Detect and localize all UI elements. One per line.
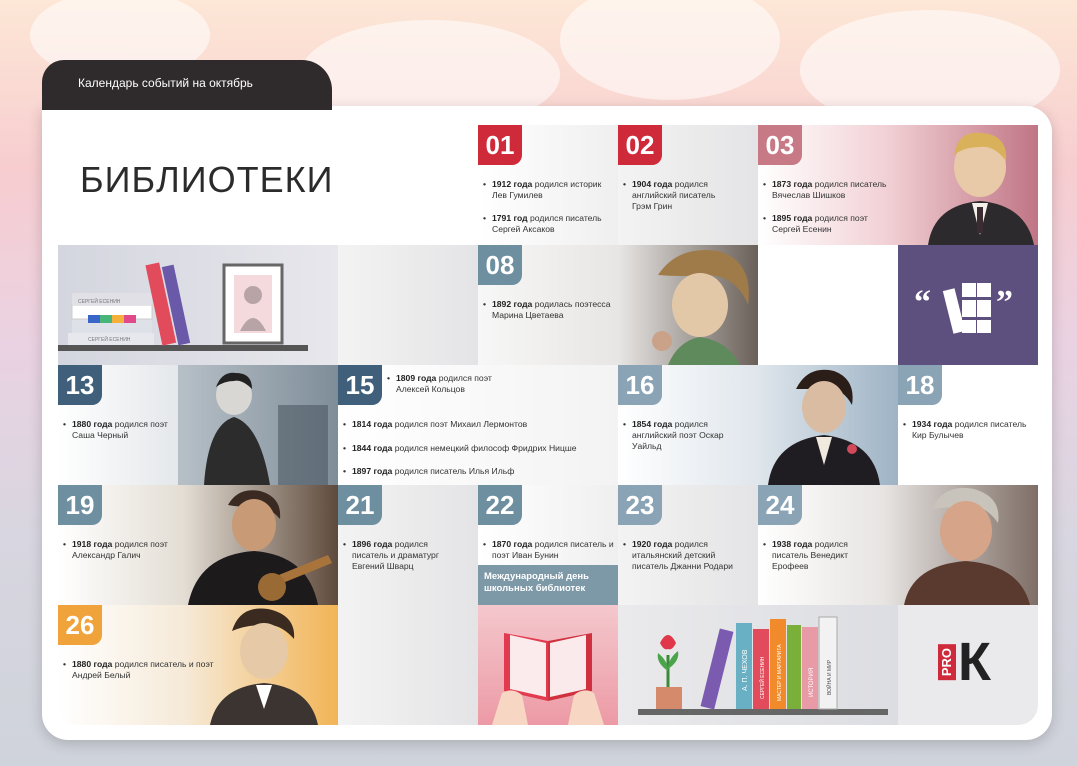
event-item: 1809 года родился поэт Алексей Кольцов — [387, 373, 498, 395]
day-03: 03 1873 года родился писатель Вячеслав Ш… — [758, 125, 1038, 245]
logo-k: К — [958, 632, 991, 692]
day-21: 21 1896 года родился писатель и драматур… — [338, 485, 478, 605]
event-item: 1912 года родился историк Лев Гумилев — [483, 179, 612, 201]
event-item: 1873 года родился писатель Вячеслав Шишк… — [763, 179, 894, 201]
day-number: 22 — [478, 485, 522, 525]
day-08: 08 1892 года родилась поэтесса Марина Цв… — [478, 245, 758, 365]
day-number: 18 — [898, 365, 942, 405]
reading-illustration — [478, 605, 618, 725]
empty-cell — [338, 245, 478, 365]
logo-cell: PRO К — [898, 605, 1038, 725]
day-01: 01 1912 года родился историк Лев Гумилев… — [478, 125, 618, 245]
event-item: 1844 года родился немецкий философ Фридр… — [343, 443, 614, 454]
portrait-esenin — [928, 132, 1034, 245]
book-title: СЕРГЕЙ ЕСЕНИН — [88, 335, 131, 343]
day-number: 21 — [338, 485, 382, 525]
event-item: 1896 года родился писатель и драматург Е… — [343, 539, 464, 572]
day-18: 18 1934 года родился писатель Кир Булыче… — [898, 365, 1038, 485]
event-item: 1920 года родился итальянский детский пи… — [623, 539, 744, 572]
portrait-erofeev — [904, 487, 1030, 605]
svg-text:“: “ — [914, 284, 931, 321]
calendar-poster: Календарь событий на октябрь БИБЛИОТЕКИ … — [0, 0, 1077, 766]
event-item: 1895 года родился поэт Сергей Есенин — [763, 213, 884, 235]
title-cell: БИБЛИОТЕКИ — [58, 125, 478, 245]
day-number: 15 — [338, 365, 382, 405]
day-number: 01 — [478, 125, 522, 165]
event-item: 1934 года родился писатель Кир Булычев — [903, 419, 1034, 441]
books-quote-icon: “ ” — [914, 283, 1013, 334]
logo-pro: PRO — [938, 643, 956, 681]
portrait-andrey-bely — [210, 608, 318, 725]
event-item: 1897 года родился писатель Илья Ильф — [343, 466, 614, 477]
books-illustration-1: СЕРГЕЙ ЕСЕНИН СЕРГЕЙ ЕСЕНИН — [58, 245, 338, 365]
bookshelf-illustration: СЕРГЕЙ ЕСЕНИН СЕРГЕЙ ЕСЕНИН — [58, 262, 308, 351]
day-19: 19 1918 года родился поэт Александр Гали… — [58, 485, 338, 605]
day-16: 16 1854 года родился английский поэт Оск… — [618, 365, 898, 485]
cloud-decoration — [560, 0, 780, 100]
event-item: 1904 года родился английский писатель Гр… — [623, 179, 734, 212]
day-number: 23 — [618, 485, 662, 525]
event-item: 1814 года родился поэт Михаил Лермонтов — [343, 419, 614, 430]
books-illustration-2: А. П. ЧЕХОВ СЕРГЕЙ ЕСЕНИН МАСТЕР И МАРГА… — [618, 605, 898, 725]
event-item: 1938 года родился писатель Венедикт Ероф… — [763, 539, 884, 572]
calendar-grid: БИБЛИОТЕКИ 01 1912 года родился историк … — [58, 125, 1038, 725]
portrait-galich — [188, 490, 332, 605]
day-number: 03 — [758, 125, 802, 165]
day-26: 26 1880 года родился писатель и поэт Анд… — [58, 605, 338, 725]
event-item: 1892 года родилась поэтесса Марина Цвета… — [483, 299, 624, 321]
portrait-sasha-cherny — [178, 365, 338, 485]
book-title: ВОЙНА И МИР — [825, 659, 833, 695]
book-title: ИСТОРИЯ — [809, 668, 815, 697]
day-number: 08 — [478, 245, 522, 285]
book-title: СЕРГЕЙ ЕСЕНИН — [758, 656, 766, 699]
open-book-illustration — [492, 633, 604, 725]
day-number: 19 — [58, 485, 102, 525]
day-number: 13 — [58, 365, 102, 405]
day-number: 24 — [758, 485, 802, 525]
day-02: 02 1904 года родился английский писатель… — [618, 125, 758, 245]
day-number: 26 — [58, 605, 102, 645]
empty-cell — [338, 605, 478, 725]
event-item: 1854 года родился английский поэт Оскар … — [623, 419, 744, 452]
day-23: 23 1920 года родился итальянский детский… — [618, 485, 758, 605]
library-icon-cell: “ ” — [898, 245, 1038, 365]
event-item: 1791 год родился писатель Сергей Аксаков — [483, 213, 612, 235]
day-22: 22 1870 года родился писатель и поэт Ива… — [478, 485, 618, 605]
book-title: МАСТЕР И МАРГАРИТА — [777, 644, 783, 701]
page-title: БИБЛИОТЕКИ — [80, 159, 334, 200]
empty-cell — [758, 245, 898, 365]
book-title: СЕРГЕЙ ЕСЕНИН — [78, 297, 121, 305]
tab-label: Календарь событий на октябрь — [78, 76, 253, 90]
school-library-day-banner: Международный день школьных библиотек — [478, 565, 618, 605]
day-number: 16 — [618, 365, 662, 405]
event-item: 1880 года родился поэт Саша Черный — [63, 419, 184, 441]
day-13: 13 1880 года родился поэт Саша Черный — [58, 365, 338, 485]
portrait-oscar-wilde — [768, 369, 880, 485]
prok-logo: PRO К — [938, 635, 991, 689]
book-title: А. П. ЧЕХОВ — [742, 649, 749, 691]
portrait-tsvetaeva — [652, 250, 749, 365]
day-number: 02 — [618, 125, 662, 165]
bookshelf-illustration: А. П. ЧЕХОВ СЕРГЕЙ ЕСЕНИН МАСТЕР И МАРГА… — [638, 616, 888, 715]
day-15: 15 1809 года родился поэт Алексей Кольцо… — [338, 365, 618, 485]
day-24: 24 1938 года родился писатель Венедикт Е… — [758, 485, 1038, 605]
header-tab: Календарь событий на октябрь — [42, 60, 332, 110]
event-item: 1870 года родился писатель и поэт Иван Б… — [483, 539, 616, 561]
svg-text:”: ” — [996, 284, 1013, 321]
